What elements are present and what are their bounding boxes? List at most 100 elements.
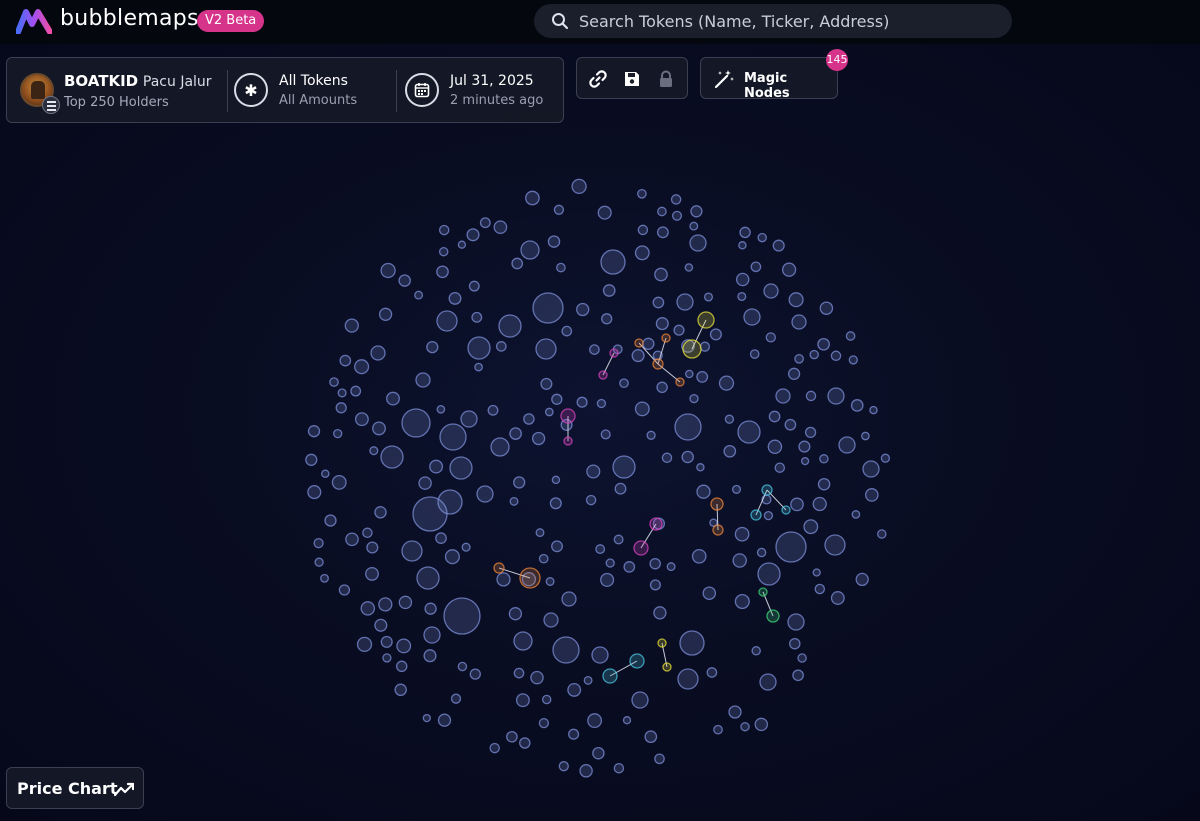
holder-bubble[interactable] [766, 609, 780, 623]
holder-bubble[interactable] [679, 630, 705, 656]
holder-bubble[interactable] [466, 228, 480, 242]
holder-bubble[interactable] [374, 618, 388, 632]
holder-bubble[interactable] [758, 587, 768, 597]
holder-bubble[interactable] [634, 338, 644, 348]
holder-bubble[interactable] [724, 414, 735, 424]
holder-bubble[interactable] [622, 716, 632, 725]
holder-bubble[interactable] [689, 221, 699, 231]
holder-bubble[interactable] [595, 544, 606, 555]
holder-bubble[interactable] [761, 484, 773, 496]
holder-bubble[interactable] [314, 557, 324, 567]
holder-bubble[interactable] [880, 453, 891, 463]
holder-bubble[interactable] [356, 636, 373, 653]
holder-bubble[interactable] [830, 591, 845, 605]
holder-bubble[interactable] [614, 482, 627, 495]
holder-bubble[interactable] [535, 338, 557, 360]
holder-bubble[interactable] [706, 667, 718, 678]
holder-bubble[interactable] [541, 694, 552, 705]
holder-bubble[interactable] [380, 445, 404, 469]
holder-bubble[interactable] [591, 646, 609, 664]
holder-bubble[interactable] [579, 764, 593, 778]
holder-bubble[interactable] [750, 261, 762, 273]
holder-bubble[interactable] [654, 267, 668, 282]
holder-bubble[interactable] [305, 453, 318, 466]
holder-bubble[interactable] [830, 350, 842, 362]
holder-bubble[interactable] [661, 452, 673, 464]
holder-bubble[interactable] [457, 240, 467, 249]
holder-bubble[interactable] [861, 431, 870, 441]
holder-bubble[interactable] [731, 484, 742, 494]
holder-bubble[interactable] [684, 263, 694, 272]
holder-bubble[interactable] [337, 388, 347, 398]
holder-bubble[interactable] [401, 540, 423, 562]
holder-bubble[interactable] [339, 354, 352, 367]
holder-bubble[interactable] [605, 558, 615, 568]
holder-bubble[interactable] [699, 341, 711, 352]
holder-bubble[interactable] [703, 292, 714, 302]
holder-bubble[interactable] [426, 340, 439, 354]
holder-bubble[interactable] [781, 262, 797, 277]
holder-bubble[interactable] [576, 396, 588, 408]
holder-bubble[interactable] [567, 682, 582, 697]
holder-bubble[interactable] [787, 367, 801, 380]
holder-bubble[interactable] [307, 425, 321, 438]
holder-bubble[interactable] [718, 375, 735, 391]
holder-bubble[interactable] [817, 337, 830, 351]
holder-bubble[interactable] [468, 280, 480, 292]
holder-bubble[interactable] [765, 332, 776, 343]
holder-bubble[interactable] [547, 235, 561, 248]
holder-bubble[interactable] [544, 407, 554, 417]
holder-bubble[interactable] [382, 653, 392, 663]
holder-bubble[interactable] [788, 292, 804, 308]
holder-bubble[interactable] [696, 484, 711, 499]
holder-bubble[interactable] [596, 398, 607, 409]
holder-bubble[interactable] [490, 437, 510, 457]
holder-bubble[interactable] [561, 591, 577, 607]
holder-bubble[interactable] [666, 562, 676, 572]
holder-bubble[interactable] [613, 534, 624, 545]
asterisk-icon[interactable]: ✱ [234, 73, 268, 107]
holder-bubble[interactable] [320, 573, 329, 583]
holder-bubble[interactable] [749, 349, 760, 359]
holder-bubble[interactable] [642, 337, 655, 350]
holder-bubble[interactable] [637, 188, 647, 199]
holder-bubble[interactable] [374, 506, 387, 519]
holder-bubble[interactable] [633, 540, 649, 556]
holder-bubble[interactable] [602, 668, 618, 684]
holder-bubble[interactable] [631, 691, 649, 709]
holder-bubble[interactable] [372, 421, 386, 436]
holder-bubble[interactable] [583, 675, 593, 685]
holder-bubble[interactable] [439, 423, 467, 451]
holder-bubble[interactable] [757, 562, 781, 586]
holder-bubble[interactable] [710, 497, 724, 511]
link-icon[interactable] [588, 69, 608, 89]
amounts-filter[interactable]: All Amounts [279, 93, 357, 108]
holder-bubble[interactable] [380, 262, 396, 279]
holder-bubble[interactable] [354, 412, 369, 427]
holder-bubble[interactable] [598, 370, 608, 380]
holder-bubble[interactable] [812, 496, 827, 512]
holder-bubble[interactable] [697, 311, 715, 329]
holder-bubble[interactable] [809, 349, 819, 360]
holder-bubble[interactable] [589, 344, 600, 355]
holder-bubble[interactable] [681, 450, 694, 464]
holder-bubble[interactable] [723, 444, 737, 458]
holder-bubble[interactable] [864, 488, 879, 502]
holder-bubble[interactable] [682, 339, 702, 359]
holder-bubble[interactable] [415, 372, 431, 388]
holder-bubble[interactable] [338, 584, 351, 596]
holder-bubble[interactable] [845, 331, 856, 341]
holder-bubble[interactable] [344, 318, 359, 333]
holder-bubble[interactable] [543, 612, 559, 628]
holder-bubble[interactable] [690, 205, 703, 218]
holder-bubble[interactable] [551, 475, 561, 485]
holder-bubble[interactable] [398, 595, 413, 610]
holder-bubble[interactable] [549, 497, 562, 510]
holder-bubble[interactable] [585, 494, 597, 506]
holder-bubble[interactable] [370, 345, 386, 361]
holder-bubble[interactable] [509, 496, 519, 506]
holder-bubble[interactable] [443, 597, 481, 635]
save-icon[interactable] [622, 69, 642, 89]
holder-bubble[interactable] [324, 514, 337, 527]
holder-bubble[interactable] [712, 524, 724, 536]
